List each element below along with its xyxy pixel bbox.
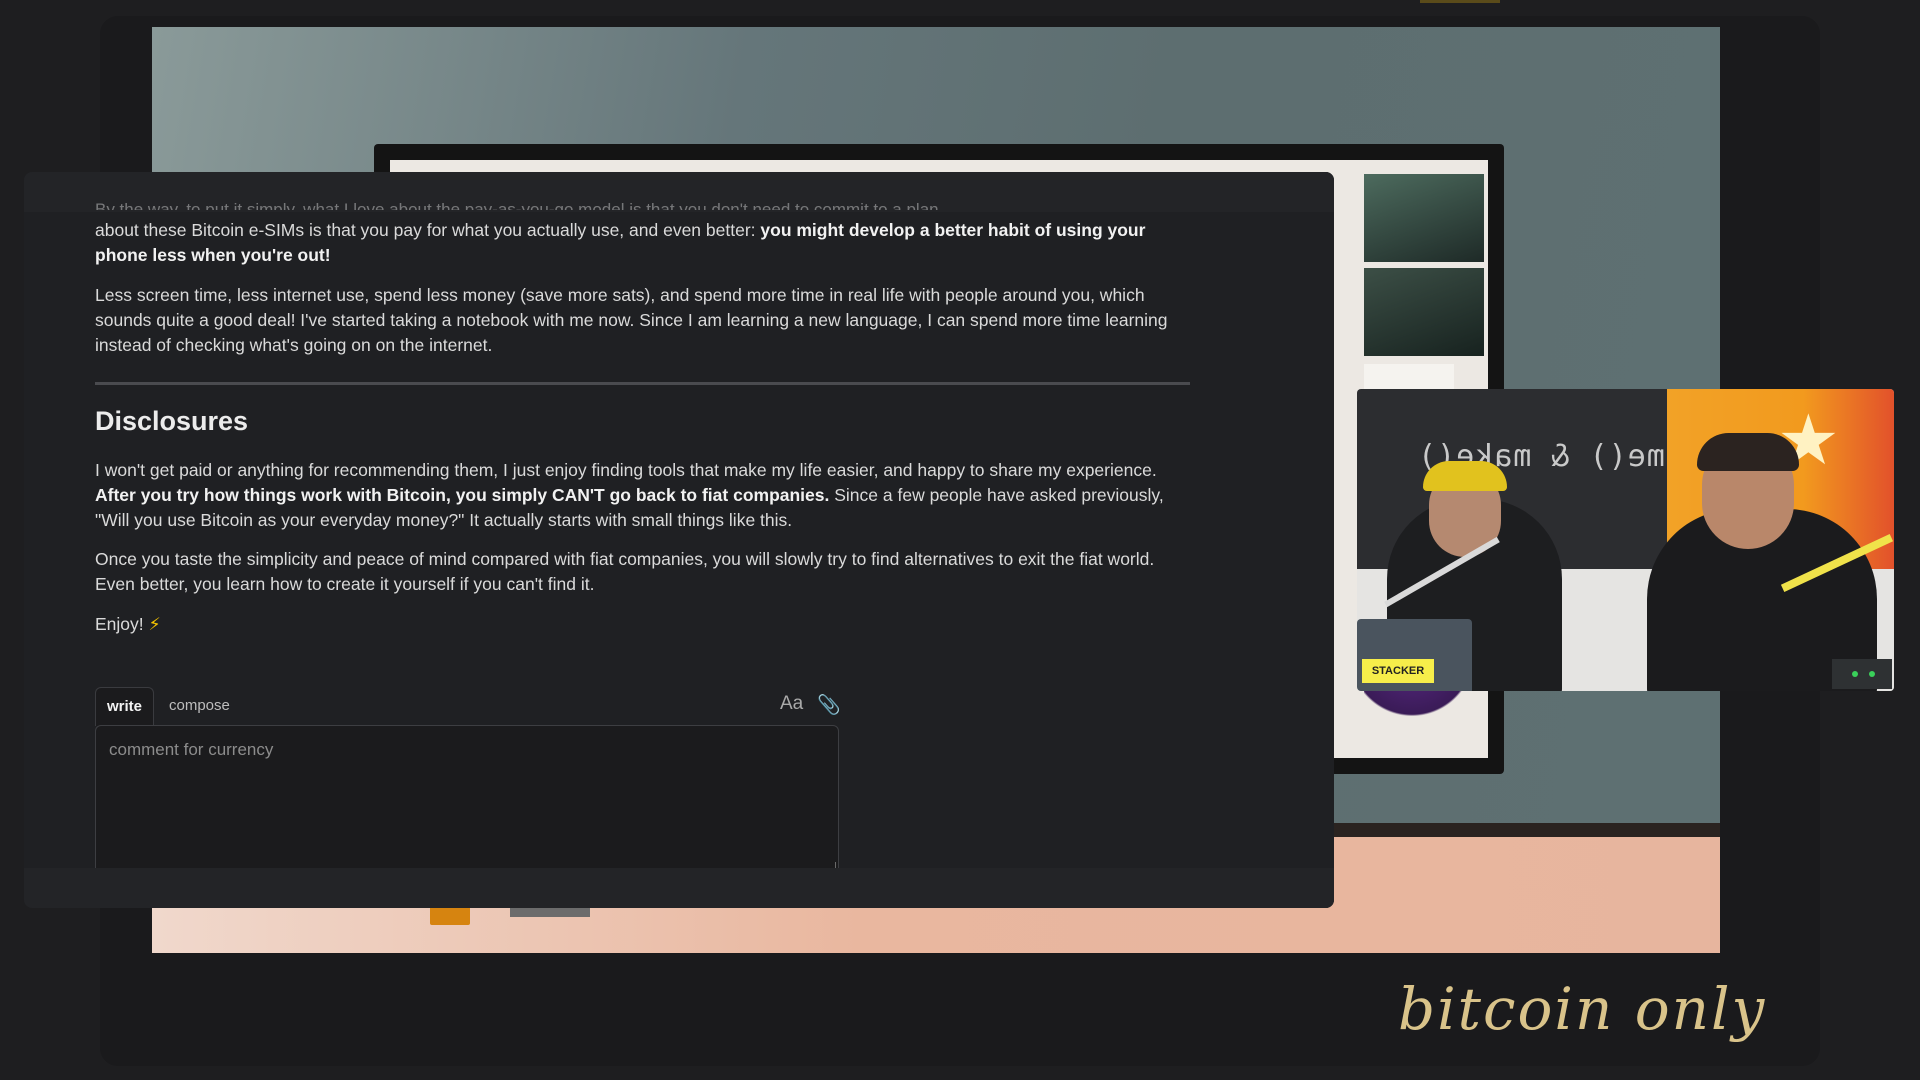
attachment-icon[interactable]: 📎 — [817, 693, 841, 717]
top-indicator — [1420, 0, 1500, 3]
host-right-headphones — [1697, 433, 1799, 471]
font-format-icon[interactable]: Aa — [780, 693, 803, 715]
status-led — [1869, 671, 1875, 677]
article-paragraph-2: Less screen time, less internet use, spe… — [95, 285, 1168, 355]
article-paragraph-3: I won't get paid or anything for recomme… — [95, 458, 1195, 533]
article-paragraph-5: Enjoy! ⚡ — [95, 612, 1195, 637]
status-led — [1852, 671, 1858, 677]
laptop-sticker: STACKER — [1362, 659, 1434, 683]
brand-logo-text: bitcoin only — [1398, 975, 1767, 1043]
enjoy-text: Enjoy! — [95, 614, 144, 634]
tab-write[interactable]: write — [95, 687, 155, 726]
comment-composer-tabs: write compose Aa 📎 — [95, 687, 841, 727]
webcam-overlay: come() & make() ★ STACKER — [1357, 389, 1894, 691]
comment-textarea[interactable] — [95, 725, 839, 868]
article-paragraph-4: Once you taste the simplicity and peace … — [95, 549, 1155, 594]
section-divider — [95, 382, 1190, 385]
section-heading: Disclosures — [95, 406, 249, 436]
frame-photo-morpheus — [1364, 268, 1484, 356]
article-paragraph-1: about these Bitcoin e-SIMs is that you p… — [95, 218, 1195, 268]
desk-device — [1832, 659, 1892, 689]
lightning-icon: ⚡ — [148, 614, 161, 634]
article-content: By the way, to put it simply, what I lov… — [95, 172, 1205, 868]
tab-compose[interactable]: compose — [158, 687, 241, 725]
article-cut-line: By the way, to put it simply, what I lov… — [95, 200, 944, 210]
host-left-cap — [1423, 461, 1507, 491]
article-window: By the way, to put it simply, what I lov… — [24, 172, 1334, 908]
frame-photo-neo — [1364, 174, 1484, 262]
p1-text: about these Bitcoin e-SIMs is that you p… — [95, 220, 761, 240]
p3-text-a: I won't get paid or anything for recomme… — [95, 460, 1157, 480]
p3-bold: After you try how things work with Bitco… — [95, 485, 830, 505]
article-bottom-bar — [24, 868, 1334, 908]
pixel-art-bitcoin — [430, 905, 470, 925]
